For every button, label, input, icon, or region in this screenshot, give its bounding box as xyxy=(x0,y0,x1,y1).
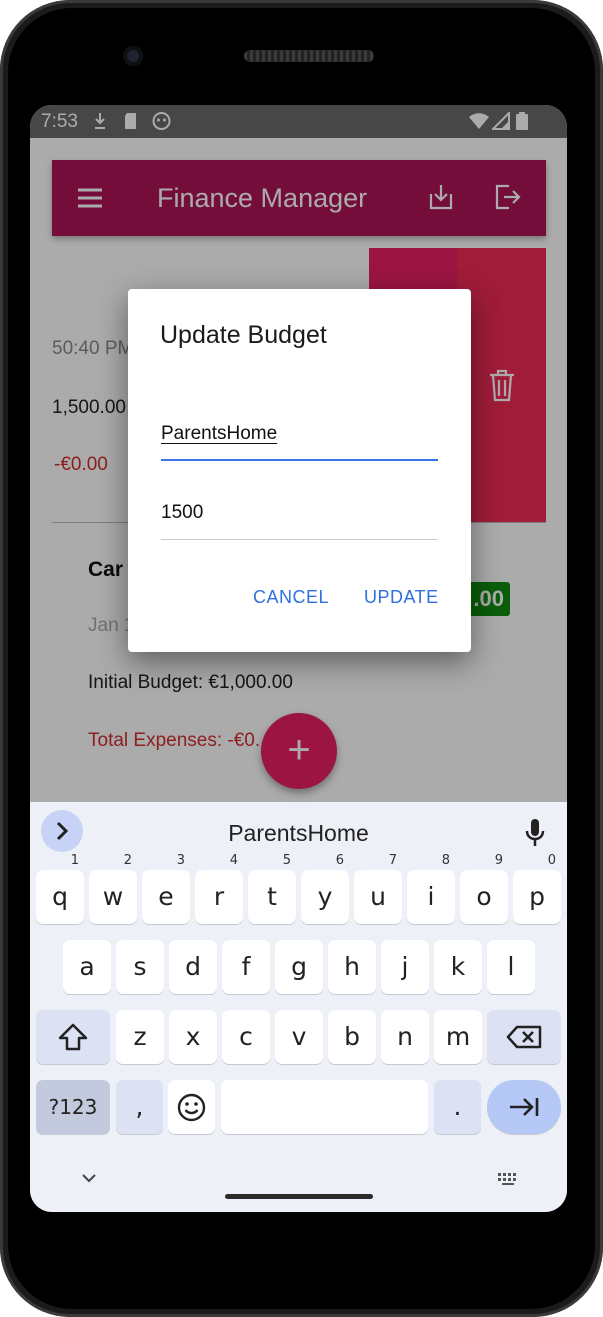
tab-next-icon xyxy=(510,1098,539,1116)
period-key[interactable]: . xyxy=(434,1080,481,1134)
key-label: r xyxy=(213,882,225,911)
key-l[interactable]: l xyxy=(487,940,535,994)
key-a[interactable]: a xyxy=(63,940,111,994)
key-b[interactable]: b xyxy=(328,1010,376,1064)
key-y[interactable]: y6 xyxy=(301,854,349,924)
key-hint: 0 xyxy=(547,853,556,868)
key-hint: 3 xyxy=(176,853,185,868)
budget-amount-underline xyxy=(161,539,438,540)
budget-amount-field[interactable]: 1500 xyxy=(161,492,438,540)
key-x[interactable]: x xyxy=(169,1010,217,1064)
symbols-key[interactable]: ?123 xyxy=(36,1080,110,1134)
key-label: u xyxy=(370,882,386,911)
key-h[interactable]: h xyxy=(328,940,376,994)
key-s[interactable]: s xyxy=(116,940,164,994)
key-hint: 7 xyxy=(388,853,397,868)
key-n[interactable]: n xyxy=(381,1010,429,1064)
dialog-title: Update Budget xyxy=(160,321,327,349)
update-budget-dialog: Update Budget ParentsHome 1500 CANCEL UP… xyxy=(128,289,471,652)
key-f[interactable]: f xyxy=(222,940,270,994)
key-hint: 2 xyxy=(123,853,132,868)
budget-name-underline xyxy=(161,459,438,461)
key-hint: 5 xyxy=(282,853,291,868)
emoji-icon xyxy=(177,1093,206,1122)
space-key[interactable] xyxy=(221,1080,428,1134)
key-c[interactable]: c xyxy=(222,1010,270,1064)
shift-key[interactable] xyxy=(36,1010,110,1064)
hide-keyboard-icon[interactable] xyxy=(81,1172,97,1184)
key-label: p xyxy=(529,882,545,911)
backspace-icon xyxy=(506,1025,542,1049)
key-i[interactable]: i8 xyxy=(407,854,455,924)
key-label: e xyxy=(158,882,174,911)
key-j[interactable]: j xyxy=(381,940,429,994)
key-label: q xyxy=(52,882,68,911)
key-label: w xyxy=(102,882,124,911)
key-hint: 8 xyxy=(441,853,450,868)
key-label: o xyxy=(476,882,492,911)
key-label: i xyxy=(427,882,435,911)
key-hint: 9 xyxy=(494,853,503,868)
backspace-key[interactable] xyxy=(487,1010,561,1064)
suggestion-word[interactable]: ParentsHome xyxy=(30,802,567,864)
device-screen: 7:53 Finance Manager 50:40 PM 1,500.00 -… xyxy=(30,105,567,1212)
key-o[interactable]: o9 xyxy=(460,854,508,924)
key-u[interactable]: u7 xyxy=(354,854,402,924)
key-m[interactable]: m xyxy=(434,1010,482,1064)
update-button[interactable]: UPDATE xyxy=(364,587,439,608)
suggestion-strip: ParentsHome xyxy=(30,802,567,862)
chevron-right-icon xyxy=(56,821,69,841)
expand-toolbar-button[interactable] xyxy=(41,810,83,852)
key-k[interactable]: k xyxy=(434,940,482,994)
key-p[interactable]: p0 xyxy=(513,854,561,924)
gesture-nav-handle[interactable] xyxy=(225,1194,373,1199)
key-z[interactable]: z xyxy=(116,1010,164,1064)
key-v[interactable]: v xyxy=(275,1010,323,1064)
shift-arrow-icon xyxy=(58,1023,88,1051)
key-e[interactable]: e3 xyxy=(142,854,190,924)
emoji-key[interactable] xyxy=(168,1080,215,1134)
key-hint: 6 xyxy=(335,853,344,868)
key-hint: 4 xyxy=(229,853,238,868)
keyboard-switch-icon[interactable] xyxy=(497,1172,519,1186)
earpiece-speaker xyxy=(244,50,374,62)
key-w[interactable]: w2 xyxy=(89,854,137,924)
cancel-button[interactable]: CANCEL xyxy=(253,587,329,608)
key-label: t xyxy=(267,882,277,911)
key-r[interactable]: r4 xyxy=(195,854,243,924)
key-q[interactable]: q1 xyxy=(36,854,84,924)
comma-key[interactable]: , xyxy=(116,1080,163,1134)
budget-name-field[interactable]: ParentsHome xyxy=(161,413,438,461)
key-hint: 1 xyxy=(70,853,79,868)
budget-amount-value: 1500 xyxy=(161,502,204,523)
enter-key[interactable] xyxy=(487,1080,561,1134)
microphone-icon[interactable] xyxy=(525,818,545,848)
budget-name-value: ParentsHome xyxy=(161,423,278,444)
key-g[interactable]: g xyxy=(275,940,323,994)
key-t[interactable]: t5 xyxy=(248,854,296,924)
soft-keyboard: ParentsHome q1w2e3r4t5y6u7i8o9p0 asdfghj… xyxy=(30,802,567,1212)
key-label: y xyxy=(317,882,333,911)
front-camera xyxy=(123,46,143,66)
key-d[interactable]: d xyxy=(169,940,217,994)
